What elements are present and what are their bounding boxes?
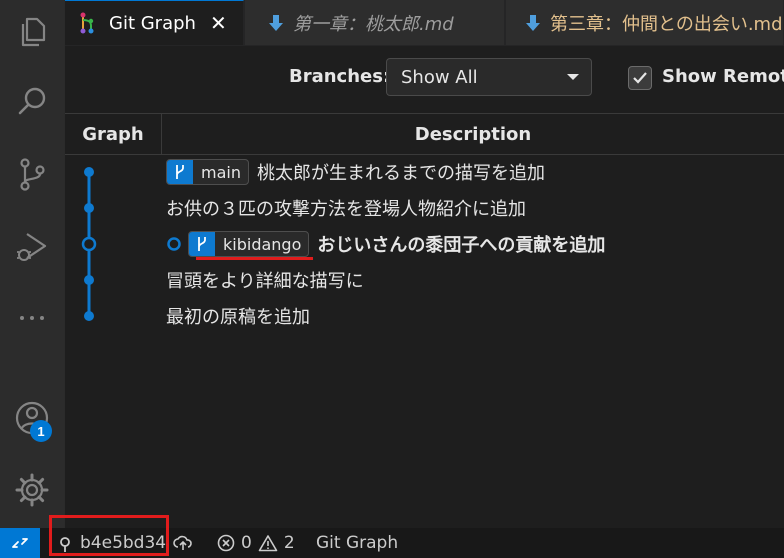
accounts-badge: 1 bbox=[30, 420, 52, 442]
branch-icon bbox=[189, 232, 215, 256]
status-git-graph[interactable]: Git Graph bbox=[316, 528, 398, 558]
search-icon[interactable] bbox=[0, 74, 64, 130]
git-graph-icon bbox=[79, 12, 99, 34]
branch-ref-kibidango[interactable]: kibidango bbox=[188, 231, 310, 257]
commit-message: 最初の原稿を追加 bbox=[166, 307, 310, 328]
commit-node[interactable] bbox=[84, 203, 94, 213]
commit-message: お供の３匹の攻撃方法を登場人物紹介に追加 bbox=[166, 199, 526, 220]
commit-row[interactable]: 最初の原稿を追加 bbox=[166, 298, 310, 334]
branch-ref-main[interactable]: main bbox=[166, 159, 249, 185]
error-count: 0 bbox=[241, 533, 252, 553]
warning-count: 2 bbox=[283, 533, 295, 553]
git-graph-label: Git Graph bbox=[316, 533, 399, 553]
commit-row[interactable]: お供の３匹の攻撃方法を登場人物紹介に追加 bbox=[166, 190, 526, 226]
tab-bar: Git Graph ✕ 第一章：桃太郎.md 第三章：仲間との出会い.md bbox=[65, 0, 784, 46]
commit-node[interactable] bbox=[84, 167, 94, 177]
run-debug-icon[interactable] bbox=[0, 218, 64, 274]
markdown-arrow-icon bbox=[526, 14, 540, 31]
tab-chapter-3[interactable]: 第三章：仲間との出会い.md bbox=[506, 0, 784, 45]
show-remote-label: Show Remote bbox=[662, 66, 784, 87]
highlight-underline bbox=[196, 257, 313, 260]
tab-chapter-1[interactable]: 第一章：桃太郎.md bbox=[245, 0, 505, 45]
commit-message: おじいさんの黍団子への貢献を追加 bbox=[317, 235, 606, 256]
tab-git-graph[interactable]: Git Graph ✕ bbox=[65, 0, 244, 45]
close-icon[interactable]: ✕ bbox=[210, 11, 227, 35]
branches-dropdown[interactable]: Show All bbox=[386, 58, 592, 96]
explorer-icon[interactable] bbox=[0, 4, 64, 60]
commit-node-head[interactable] bbox=[81, 236, 97, 252]
error-icon bbox=[217, 534, 235, 552]
branch-ref-name: main bbox=[201, 162, 241, 182]
tab-label: Git Graph bbox=[109, 12, 196, 34]
branches-label: Branches: bbox=[289, 66, 391, 87]
column-header-description: Description bbox=[414, 123, 532, 145]
commit-message: 冒頭をより詳細な描写に bbox=[166, 271, 364, 292]
graph-controls: Branches: Show All Show Remote bbox=[65, 46, 784, 112]
markdown-arrow-icon bbox=[269, 14, 283, 31]
branch-icon bbox=[167, 160, 193, 184]
column-header-graph: Graph bbox=[65, 114, 162, 154]
commit-node[interactable] bbox=[84, 311, 94, 321]
commit-message: 桃太郎が生まれるまでの描写を追加 bbox=[256, 163, 545, 184]
sync-cloud-icon[interactable] bbox=[173, 528, 193, 558]
commit-table-header: Graph Description bbox=[65, 113, 784, 155]
branches-value: Show All bbox=[401, 66, 478, 88]
commit-graph bbox=[81, 167, 97, 321]
commit-row[interactable]: 冒頭をより詳細な描写に bbox=[166, 262, 364, 298]
highlight-box bbox=[49, 515, 169, 556]
problems-indicator[interactable]: 0 2 bbox=[217, 528, 295, 558]
remote-indicator-button[interactable] bbox=[0, 528, 40, 558]
commit-node[interactable] bbox=[84, 275, 94, 285]
warning-icon bbox=[258, 535, 278, 552]
show-remote-checkbox[interactable] bbox=[628, 66, 652, 90]
activity-bar: 1 bbox=[0, 0, 65, 528]
more-icon[interactable] bbox=[0, 290, 64, 346]
commit-row[interactable]: main 桃太郎が生まれるまでの描写を追加 bbox=[166, 154, 545, 190]
check-icon bbox=[633, 72, 647, 84]
branch-ref-name: kibidango bbox=[223, 234, 302, 254]
tab-label: 第一章：桃太郎.md bbox=[293, 13, 454, 35]
tab-label: 第三章：仲間との出会い.md bbox=[550, 13, 783, 35]
source-control-icon[interactable] bbox=[0, 146, 64, 202]
head-indicator-icon bbox=[167, 237, 181, 251]
settings-gear-icon[interactable] bbox=[0, 462, 64, 518]
remote-icon bbox=[12, 538, 28, 548]
chevron-down-icon bbox=[567, 74, 579, 80]
